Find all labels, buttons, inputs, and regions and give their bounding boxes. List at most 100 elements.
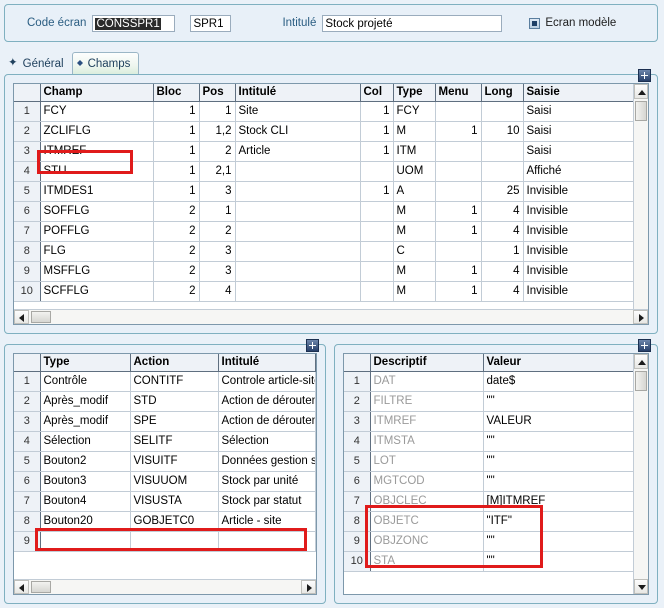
- tab-general[interactable]: ✦ Général: [4, 54, 72, 74]
- table-row[interactable]: 1 DAT date$: [344, 371, 648, 392]
- cell-pos[interactable]: 2: [199, 221, 236, 242]
- cell-descriptif[interactable]: ITMREF: [370, 411, 484, 432]
- cell-type[interactable]: Bouton3: [40, 471, 131, 492]
- cell-descriptif[interactable]: DAT: [370, 371, 484, 392]
- cell-menu[interactable]: [435, 101, 482, 122]
- cell-long[interactable]: [481, 161, 524, 182]
- row-number[interactable]: 3: [344, 411, 371, 432]
- cell-action[interactable]: VISUUOM: [130, 471, 219, 492]
- row-number[interactable]: 9: [14, 261, 41, 282]
- cell-descriptif[interactable]: FILTRE: [370, 391, 484, 412]
- cell-descriptif[interactable]: MGTCOD: [370, 471, 484, 492]
- table-row[interactable]: 3 ITMREF 1 2 Article 1 ITM Saisi: [14, 141, 648, 162]
- table-row[interactable]: 1 Contrôle CONTITF Controle article-site: [14, 371, 316, 392]
- table-row[interactable]: 6 MGTCOD "": [344, 471, 648, 492]
- cell-bloc[interactable]: 2: [153, 201, 200, 222]
- cell-saisie[interactable]: Affiché: [523, 161, 648, 182]
- cell-bloc[interactable]: 2: [153, 221, 200, 242]
- row-number[interactable]: 5: [344, 451, 371, 472]
- table-row[interactable]: 5Bouton2VISUITFDonnées gestion stock: [14, 451, 316, 472]
- cell-menu[interactable]: [435, 161, 482, 182]
- cell-intitule[interactable]: [235, 281, 361, 302]
- table-row[interactable]: 5 LOT "": [344, 451, 648, 472]
- cell-saisie[interactable]: Invisible: [523, 201, 648, 222]
- col-header-type[interactable]: Type: [393, 84, 436, 102]
- row-number[interactable]: 10: [344, 551, 371, 572]
- cell-col[interactable]: [360, 161, 394, 182]
- cell-menu[interactable]: 1: [435, 281, 482, 302]
- cell-valeur[interactable]: "": [483, 451, 634, 472]
- cell-intitule[interactable]: [235, 261, 361, 282]
- cell-pos[interactable]: 2: [199, 141, 236, 162]
- cell-pos[interactable]: 1,2: [199, 121, 236, 142]
- cell-descriptif[interactable]: LOT: [370, 451, 484, 472]
- cell-menu[interactable]: 1: [435, 201, 482, 222]
- cell-champ[interactable]: FCY: [40, 101, 154, 122]
- col-header-saisie[interactable]: Saisie: [523, 84, 648, 102]
- col-header-type[interactable]: Type: [40, 354, 131, 372]
- cell-bloc[interactable]: 2: [153, 281, 200, 302]
- col-header-menu[interactable]: Menu: [435, 84, 482, 102]
- cell-saisie[interactable]: Saisi: [523, 141, 648, 162]
- row-number[interactable]: 10: [14, 281, 41, 302]
- cell-descriptif[interactable]: STA: [370, 551, 484, 572]
- table-row[interactable]: 2Après_modifSTDAction de déroutement: [14, 391, 316, 412]
- table-row[interactable]: 4 Sélection SELITF Sélection: [14, 431, 316, 452]
- cell-long[interactable]: 10: [481, 121, 524, 142]
- cell-long[interactable]: 4: [481, 261, 524, 282]
- expand-panel-button-fields[interactable]: [638, 69, 651, 82]
- table-row[interactable]: 10 STA "": [344, 551, 648, 572]
- row-number[interactable]: 7: [14, 221, 41, 242]
- scroll-up-button[interactable]: [634, 84, 648, 99]
- cell-pos[interactable]: 4: [199, 281, 236, 302]
- col-header-descriptif[interactable]: Descriptif: [370, 354, 484, 372]
- row-number[interactable]: 6: [14, 201, 41, 222]
- cell-menu[interactable]: [435, 181, 482, 202]
- cell-champ[interactable]: SOFFLG: [40, 201, 154, 222]
- table-row[interactable]: 10 SCFFLG 2 4 M 1 4 Invisible: [14, 281, 648, 302]
- cell-saisie[interactable]: Saisi: [523, 121, 648, 142]
- cell-saisie[interactable]: Invisible: [523, 221, 648, 242]
- table-row[interactable]: 8 FLG 2 3 C 1 Invisible: [14, 241, 648, 262]
- cell-valeur[interactable]: "": [483, 551, 634, 572]
- col-header-bloc[interactable]: Bloc: [153, 84, 200, 102]
- cell-pos[interactable]: 2,1: [199, 161, 236, 182]
- cell-champ[interactable]: STU: [40, 161, 154, 182]
- cell-long[interactable]: 4: [481, 201, 524, 222]
- code-ecran-input[interactable]: CONSSPR1: [92, 14, 176, 32]
- table-row[interactable]: 4 STU 1 2,1 UOM Affiché: [14, 161, 648, 182]
- cell-col[interactable]: [360, 261, 394, 282]
- cell-menu[interactable]: [435, 141, 482, 162]
- ecran-modele-checkbox-group[interactable]: Ecran modèle: [529, 17, 616, 29]
- col-header-intitule[interactable]: Intitulé: [218, 354, 316, 372]
- cell-col[interactable]: [360, 201, 394, 222]
- cell-bloc[interactable]: 1: [153, 161, 200, 182]
- cell-menu[interactable]: 1: [435, 261, 482, 282]
- cell-descriptif[interactable]: OBJETC: [370, 511, 484, 532]
- cell-col[interactable]: [360, 241, 394, 262]
- table-row[interactable]: 4 ITMSTA "": [344, 431, 648, 452]
- cell-type[interactable]: Bouton2: [40, 451, 131, 472]
- cell-saisie[interactable]: Invisible: [523, 181, 648, 202]
- cell-bloc[interactable]: 1: [153, 101, 200, 122]
- horizontal-scroll-thumb[interactable]: [31, 581, 51, 593]
- cell-pos[interactable]: 3: [199, 261, 236, 282]
- cell-menu[interactable]: 1: [435, 221, 482, 242]
- cell-valeur[interactable]: "": [483, 471, 634, 492]
- cell-bloc[interactable]: 1: [153, 181, 200, 202]
- cell-descriptif[interactable]: OBJCLEC: [370, 491, 484, 512]
- row-number[interactable]: 1: [14, 371, 41, 392]
- cell-bloc[interactable]: 1: [153, 121, 200, 142]
- cell-valeur[interactable]: VALEUR: [483, 411, 634, 432]
- row-number[interactable]: 1: [14, 101, 41, 122]
- col-header-pos[interactable]: Pos: [199, 84, 236, 102]
- row-number[interactable]: 5: [14, 181, 41, 202]
- table-row[interactable]: 8 Bouton20 GOBJETC0 Article - site: [14, 511, 316, 532]
- cell-champ[interactable]: MSFFLG: [40, 261, 154, 282]
- cell-type[interactable]: M: [393, 261, 436, 282]
- row-number[interactable]: 7: [14, 491, 41, 512]
- scroll-up-button[interactable]: [634, 354, 648, 369]
- cell-bloc[interactable]: 2: [153, 241, 200, 262]
- cell-champ[interactable]: FLG: [40, 241, 154, 262]
- vertical-scroll-thumb[interactable]: [635, 101, 647, 121]
